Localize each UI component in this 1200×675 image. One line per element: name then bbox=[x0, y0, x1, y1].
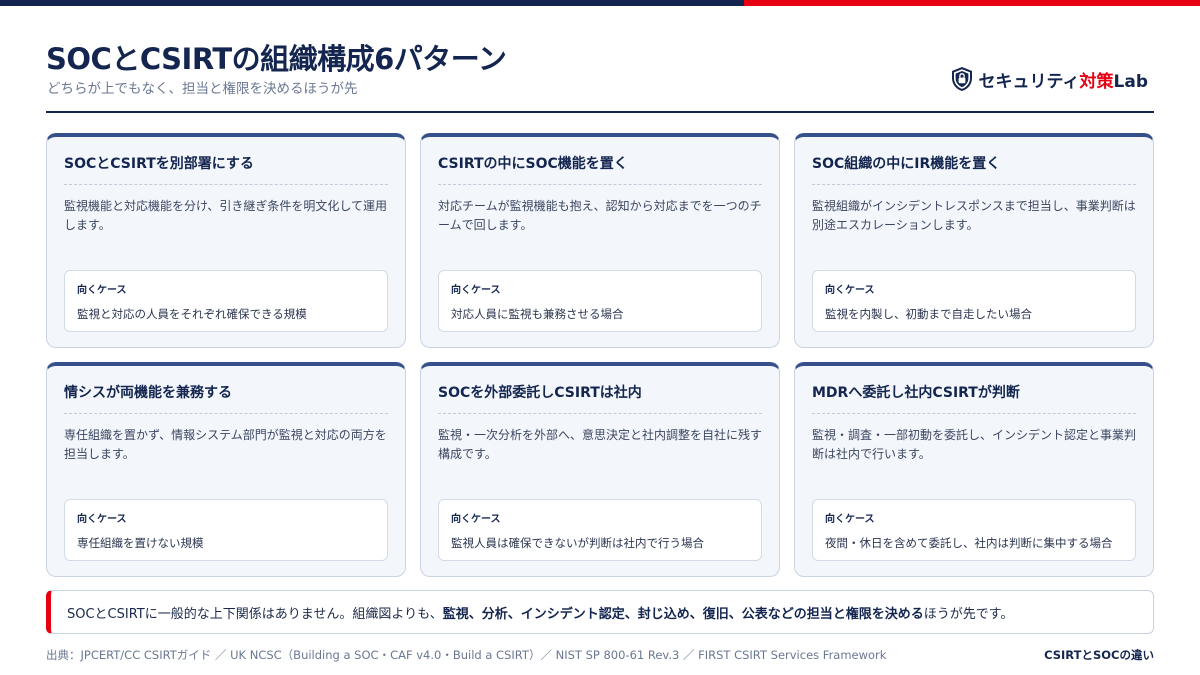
card-divider bbox=[64, 184, 388, 185]
card-title: SOCを外部委託しCSIRTは社内 bbox=[438, 385, 642, 401]
card-divider bbox=[64, 413, 388, 414]
card-title: CSIRTの中にSOC機能を置く bbox=[438, 156, 628, 172]
suitable-case-box: 向くケース 監視を内製し、初動まで自走したい場合 bbox=[812, 270, 1136, 332]
suitable-case-box: 向くケース 夜間・休日を含めて委託し、社内は判断に集中する場合 bbox=[812, 499, 1136, 561]
pattern-card-3: SOC組織の中にIR機能を置く 監視組織がインシデントレスポンスまで担当し、事業… bbox=[794, 133, 1154, 348]
pattern-card-1: SOCとCSIRTを別部署にする 監視機能と対応機能を分け、引き継ぎ条件を明文化… bbox=[46, 133, 406, 348]
pattern-card-2: CSIRTの中にSOC機能を置く 対応チームが監視機能も抱え、認知から対応までを… bbox=[420, 133, 780, 348]
card-description: 監視機能と対応機能を分け、引き継ぎ条件を明文化して運用します。 bbox=[64, 199, 388, 232]
case-label: 向くケース bbox=[451, 285, 501, 296]
card-title: SOCとCSIRTを別部署にする bbox=[64, 156, 254, 172]
card-title: SOC組織の中にIR機能を置く bbox=[812, 156, 1001, 172]
card-title: MDRへ委託し社内CSIRTが判断 bbox=[812, 385, 1020, 401]
shield-lock-icon bbox=[951, 67, 972, 91]
case-text: 監視を内製し、初動まで自走したい場合 bbox=[825, 307, 1032, 321]
card-description: 監視組織がインシデントレスポンスまで担当し、事業判断は別途エスカレーションします… bbox=[812, 199, 1136, 232]
header-divider bbox=[46, 111, 1154, 113]
case-label: 向くケース bbox=[825, 285, 875, 296]
suitable-case-box: 向くケース 監視人員は確保できないが判断は社内で行う場合 bbox=[438, 499, 762, 561]
brand-logo: セキュリティ対策Lab bbox=[951, 66, 1148, 92]
pattern-card-4: 情シスが両機能を兼務する 専任組織を置かず、情報システム部門が監視と対応の両方を… bbox=[46, 362, 406, 577]
source-citation: 出典：JPCERT/CC CSIRTガイド ／ UK NCSC（Building… bbox=[46, 648, 887, 662]
card-divider bbox=[812, 413, 1136, 414]
card-divider bbox=[812, 184, 1136, 185]
case-label: 向くケース bbox=[825, 514, 875, 525]
pattern-card-6: MDRへ委託し社内CSIRTが判断 監視・調査・一部初動を委託し、インシデント認… bbox=[794, 362, 1154, 577]
card-title: 情シスが両機能を兼務する bbox=[64, 385, 232, 401]
card-description: 専任組織を置かず、情報システム部門が監視と対応の両方を担当します。 bbox=[64, 428, 387, 461]
card-divider bbox=[438, 184, 762, 185]
case-text: 監視人員は確保できないが判断は社内で行う場合 bbox=[451, 536, 704, 550]
top-accent-bar bbox=[0, 0, 1200, 6]
page-subtitle: どちらが上でもなく、担当と権限を決めるほうが先 bbox=[47, 81, 358, 97]
note-tail: ほうが先です。 bbox=[923, 606, 1014, 622]
top-bar-navy bbox=[0, 0, 744, 6]
note-lead: SOCとCSIRTに一般的な上下関係はありません。組織図よりも、 bbox=[67, 606, 443, 622]
case-text: 夜間・休日を含めて委託し、社内は判断に集中する場合 bbox=[825, 536, 1113, 550]
summary-note: SOCとCSIRTに一般的な上下関係はありません。組織図よりも、 監視、分析、イン… bbox=[46, 590, 1154, 634]
card-description: 対応チームが監視機能も抱え、認知から対応までを一つのチームで回します。 bbox=[438, 199, 762, 232]
note-emphasis: 監視、分析、インシデント認定、封じ込め、復旧、公表などの担当と権限を決める bbox=[442, 606, 924, 622]
case-label: 向くケース bbox=[451, 514, 501, 525]
suitable-case-box: 向くケース 専任組織を置けない規模 bbox=[64, 499, 388, 561]
pattern-card-5: SOCを外部委託しCSIRTは社内 監視・一次分析を外部へ、意思決定と社内調整を… bbox=[420, 362, 780, 577]
case-text: 監視と対応の人員をそれぞれ確保できる規模 bbox=[77, 307, 307, 321]
suitable-case-box: 向くケース 監視と対応の人員をそれぞれ確保できる規模 bbox=[64, 270, 388, 332]
case-label: 向くケース bbox=[77, 514, 127, 525]
card-description: 監視・調査・一部初動を委託し、インシデント認定と事業判断は社内で行います。 bbox=[812, 428, 1137, 461]
case-text: 対応人員に監視も兼務させる場合 bbox=[451, 307, 624, 321]
brand-name: セキュリティ対策Lab bbox=[978, 71, 1148, 92]
top-bar-red bbox=[744, 0, 1200, 6]
suitable-case-box: 向くケース 対応人員に監視も兼務させる場合 bbox=[438, 270, 762, 332]
case-label: 向くケース bbox=[77, 285, 127, 296]
card-divider bbox=[438, 413, 762, 414]
footer-topic-tag: CSIRTとSOCの違い bbox=[1044, 648, 1154, 662]
case-text: 専任組織を置けない規模 bbox=[77, 536, 204, 550]
brand-accent: 対策 bbox=[1079, 71, 1114, 92]
pattern-grid: SOCとCSIRTを別部署にする 監視機能と対応機能を分け、引き継ぎ条件を明文化… bbox=[46, 133, 1154, 577]
card-description: 監視・一次分析を外部へ、意思決定と社内調整を自社に残す構成です。 bbox=[438, 428, 763, 461]
page-title: SOCとCSIRTの組織構成6パターン bbox=[46, 42, 507, 76]
